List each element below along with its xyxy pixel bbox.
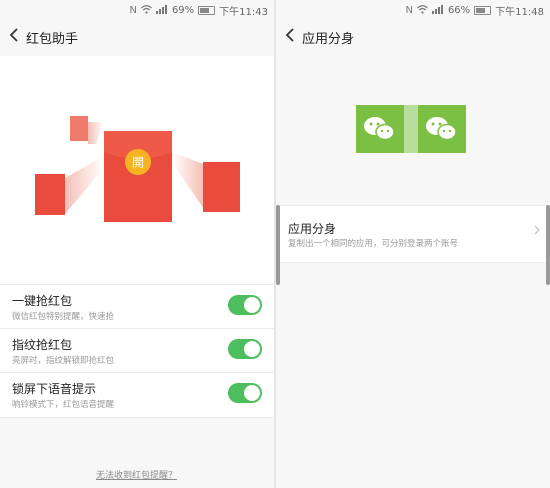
row-subtitle: 响铃模式下，红包语音提醒	[12, 400, 115, 410]
battery-icon	[474, 6, 492, 15]
row-title: 一键抢红包	[12, 294, 73, 308]
right-screen: N 66% 下午11:48 应用分身 应用分身 复制出一个相同的应用，可分别登录…	[276, 0, 550, 488]
toggle-row-fingerprint-grab: 指纹抢红包 亮屏时，指纹解锁即抢红包	[0, 328, 274, 373]
page-title: 应用分身	[302, 32, 355, 47]
nfc-icon: N	[405, 5, 413, 16]
row-subtitle: 亮屏时，指纹解锁即抢红包	[12, 356, 115, 366]
card-subtitle: 复制出一个相同的应用，可分别登录两个账号	[288, 239, 459, 249]
main-red-envelope: 開	[104, 131, 172, 222]
quick-grab-switch[interactable]	[228, 295, 262, 315]
scroll-edge-left	[276, 205, 280, 285]
battery-percent: 66%	[447, 5, 471, 16]
wechat-clone-illustration	[356, 105, 468, 155]
wifi-icon	[417, 4, 428, 17]
red-packet-illustration: 開	[0, 56, 274, 284]
battery-percent: 69%	[171, 5, 195, 16]
row-title: 指纹抢红包	[12, 338, 73, 352]
envelope-left	[35, 156, 104, 215]
clock: 下午11:43	[219, 7, 268, 18]
left-screen: N 69% 下午11:43 红包助手 開 一键抢红包 微信红包特别提醒，快速抢 …	[0, 0, 274, 488]
row-subtitle: 微信红包特别提醒，快速抢	[12, 312, 115, 322]
toggle-row-lockscreen-voice: 锁屏下语音提示 响铃模式下，红包语音提醒	[0, 372, 274, 418]
nfc-icon: N	[129, 5, 137, 16]
page-title: 红包助手	[26, 32, 79, 47]
lockscreen-voice-switch[interactable]	[228, 383, 262, 403]
status-bar: N 66% 下午11:48	[276, 0, 550, 18]
app-bar: 应用分身	[276, 18, 550, 56]
row-title: 锁屏下语音提示	[12, 382, 97, 396]
switch-knob	[244, 385, 260, 401]
envelope-right	[172, 152, 240, 212]
switch-knob	[244, 297, 260, 313]
wifi-icon	[141, 4, 152, 17]
battery-icon	[198, 6, 216, 15]
scrollbar[interactable]	[546, 205, 550, 285]
clock: 下午11:48	[495, 7, 544, 18]
signal-icon	[155, 4, 168, 17]
open-seal-char: 開	[132, 156, 144, 170]
fingerprint-grab-switch[interactable]	[228, 339, 262, 359]
status-bar: N 69% 下午11:43	[0, 0, 274, 18]
small-envelope-top	[70, 116, 104, 144]
card-title: 应用分身	[288, 222, 337, 236]
app-clone-entry[interactable]: 应用分身 复制出一个相同的应用，可分别登录两个账号	[276, 205, 550, 263]
cannot-receive-link[interactable]: 无法收到红包提醒？	[96, 468, 177, 481]
chevron-right-icon	[534, 224, 540, 238]
switch-knob	[244, 341, 260, 357]
signal-icon	[431, 4, 444, 17]
app-bar: 红包助手	[0, 18, 274, 56]
back-arrow-icon[interactable]	[285, 27, 301, 47]
back-arrow-icon[interactable]	[9, 27, 25, 47]
toggle-row-quick-grab: 一键抢红包 微信红包特别提醒，快速抢	[0, 284, 274, 329]
